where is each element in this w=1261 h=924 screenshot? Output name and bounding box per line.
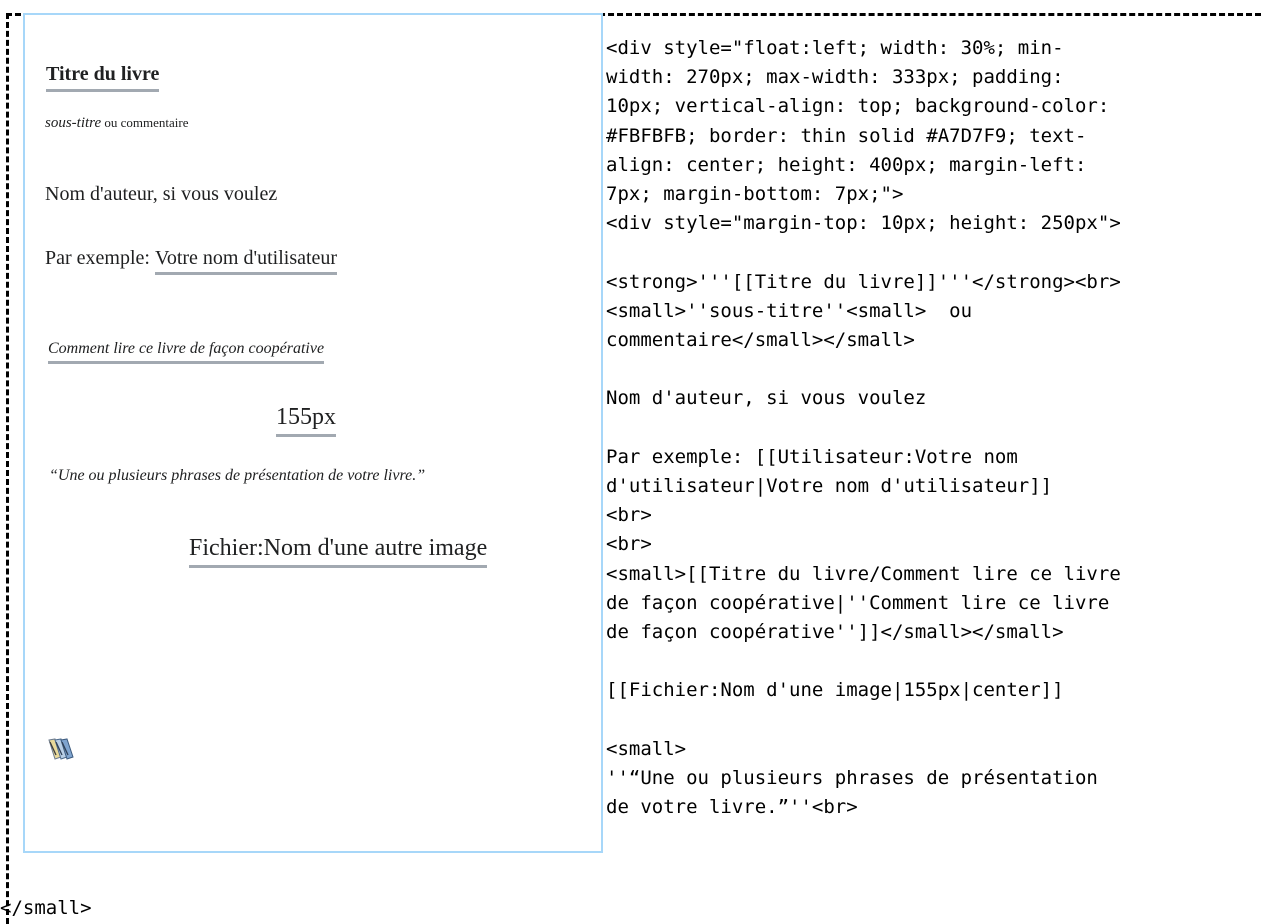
- code-line: <br>: [606, 504, 652, 527]
- code-line: ''“Une ou plusieurs phrases de présentat…: [606, 767, 1098, 790]
- books-icon: [47, 737, 77, 761]
- code-line: 7px; margin-bottom: 7px;">: [606, 183, 904, 206]
- code-line: de façon coopérative'']]</small></small>: [606, 621, 1064, 644]
- subtitle-italic: sous-titre: [45, 115, 102, 131]
- code-line: commentaire</small></small>: [606, 329, 915, 352]
- code-line: <small>''sous-titre''<small> ou: [606, 299, 973, 322]
- code-line: de votre livre.”''<br>: [606, 796, 858, 819]
- code-line: 10px; vertical-align: top; background-co…: [606, 95, 1110, 118]
- code-line: d'utilisateur|Votre nom d'utilisateur]]: [606, 475, 1053, 498]
- book-title-link[interactable]: Titre du livre: [46, 63, 160, 92]
- book-preview-box: Titre du livre sous-titre ou commentaire…: [23, 13, 603, 853]
- code-line: <br>: [606, 533, 652, 556]
- subtitle-comment: ou commentaire: [101, 115, 189, 130]
- code-line: width: 270px; max-width: 333px; padding:: [606, 66, 1064, 89]
- example-line: Par exemple: Votre nom d'utilisateur: [45, 247, 338, 275]
- author-line: Nom d'auteur, si vous voulez: [45, 183, 278, 205]
- code-line: <div style="margin-top: 10px; height: 25…: [606, 212, 1121, 235]
- image-size-link[interactable]: 155px: [276, 404, 336, 437]
- code-line: #FBFBFB; border: thin solid #A7D7F9; tex…: [606, 124, 1087, 147]
- code-line: [[Fichier:Nom d'une image|155px|center]]: [606, 679, 1064, 702]
- code-line: <div style="float:left; width: 30%; min-: [606, 37, 1064, 59]
- cooperative-reading-link[interactable]: Comment lire ce livre de façon coopérati…: [48, 340, 325, 364]
- wikicode-block: <div style="float:left; width: 30%; min-…: [606, 34, 1261, 822]
- example-prefix: Par exemple:: [45, 247, 150, 269]
- username-link[interactable]: Votre nom d'utilisateur: [154, 247, 338, 275]
- other-image-link[interactable]: Fichier:Nom d'une autre image: [189, 535, 488, 568]
- dashed-border-left: [6, 13, 9, 924]
- code-line: <small>: [606, 737, 687, 760]
- wikicode-tail: </small>: [0, 897, 92, 919]
- code-line: de façon coopérative|''Comment lire ce l…: [606, 591, 1110, 614]
- code-line: Nom d'auteur, si vous voulez: [606, 387, 927, 410]
- code-line: <small>[[Titre du livre/Comment lire ce …: [606, 562, 1121, 585]
- code-line: <strong>'''[[Titre du livre]]'''</strong…: [606, 270, 1121, 293]
- presentation-quote: “Une ou plusieurs phrases de présentatio…: [49, 467, 426, 484]
- subtitle: sous-titre ou commentaire: [45, 115, 188, 132]
- code-line: Par exemple: [[Utilisateur:Votre nom: [606, 445, 1018, 468]
- code-line: align: center; height: 400px; margin-lef…: [606, 153, 1087, 176]
